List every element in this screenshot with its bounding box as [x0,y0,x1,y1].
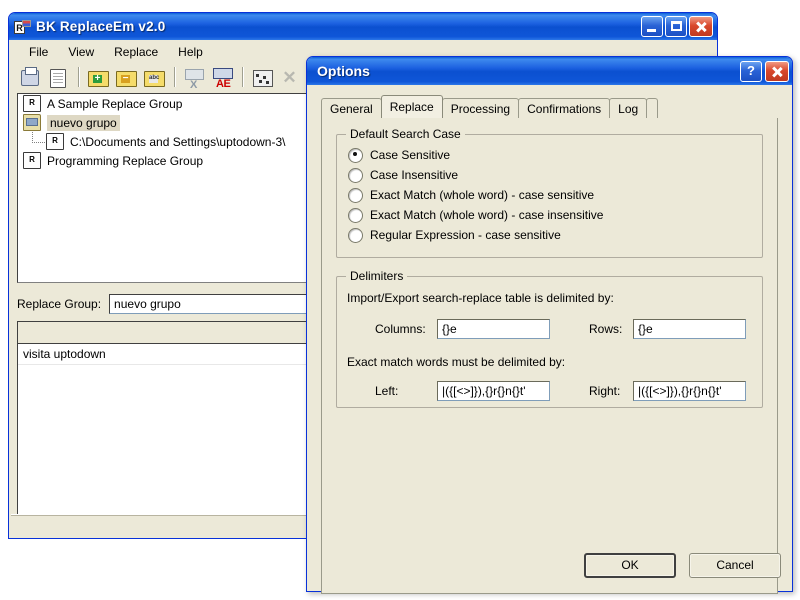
add-group-folder-icon: + [88,70,109,87]
import-export-description: Import/Export search-replace table is de… [347,291,614,305]
radio-regular-expression[interactable] [348,227,363,243]
columns-label: Columns: [375,322,426,336]
maximize-button[interactable] [665,16,687,37]
new-note-icon [50,68,66,88]
cell-original-text: visita uptodown [23,347,106,361]
rows-delimiter-input[interactable] [633,319,746,339]
left-label: Left: [375,384,399,398]
case-ae-button[interactable] [209,65,235,90]
radio-label: Case Sensitive [370,148,451,162]
clear-find-button[interactable] [181,65,207,91]
close-button[interactable] [689,16,713,37]
remove-group-button[interactable]: − [113,65,139,90]
radio-exact-match-insensitive[interactable] [348,207,363,223]
radio-row-exact-match-sensitive[interactable]: Exact Match (whole word) - case sensitiv… [337,185,762,205]
print-preview-button[interactable] [17,65,43,90]
menu-item-view[interactable]: View [58,43,104,61]
tree-item-label: nuevo grupo [47,114,120,131]
close-icon[interactable] [765,60,789,82]
radio-label: Regular Expression - case sensitive [370,228,561,242]
radio-exact-match-sensitive[interactable] [348,187,363,203]
delete-button[interactable]: ✕ [277,65,303,90]
main-window-controls [641,16,717,37]
tab-general[interactable]: General [321,98,382,118]
radio-label: Exact Match (whole word) - case insensit… [370,208,604,222]
minimize-button[interactable] [641,16,663,37]
main-window-titlebar[interactable]: R BK ReplaceEm v2.0 [9,13,717,40]
tree-connector [32,132,45,143]
app-icon: R [14,19,31,35]
tree-item-label: C:\Documents and Settings\uptodown-3\ [70,134,286,149]
ok-button[interactable]: OK [584,553,676,578]
grid-view-button[interactable] [249,65,275,90]
rows-label: Rows: [589,322,623,336]
tab-confirmations[interactable]: Confirmations [518,98,611,118]
tree-item-label: Programming Replace Group [47,153,204,168]
toolbar-separator [242,67,244,87]
rename-group-button[interactable]: abc [141,65,167,90]
remove-group-folder-icon: − [116,70,137,87]
tab-log[interactable]: Log [609,98,648,118]
radio-label: Exact Match (whole word) - case sensitiv… [370,188,595,202]
r-page-icon: R [23,95,41,112]
cancel-button[interactable]: Cancel [689,553,781,578]
tree-item-label: A Sample Replace Group [47,96,183,111]
right-field-row: Right: [589,381,746,401]
radio-row-case-insensitive[interactable]: Case Insensitive [337,165,762,185]
radio-row-exact-match-insensitive[interactable]: Exact Match (whole word) - case insensit… [337,205,762,225]
options-dialog-titlebar[interactable]: Options ? [307,57,792,85]
options-tabstrip: General Replace Processing Confirmations… [321,95,778,119]
options-dialog: Options ? General Replace Processing Con… [306,56,793,594]
help-button[interactable]: ? [740,60,762,82]
folder-icon [23,114,41,131]
case-ae-icon [213,67,233,90]
r-page-icon: R [46,133,64,150]
default-search-case-group: Default Search Case Case Sensitive Case … [336,127,763,258]
delete-x-icon: ✕ [282,67,297,87]
left-field-row: Left: [375,381,550,401]
main-window-title: BK ReplaceEm v2.0 [36,19,166,34]
radio-row-regular-expression[interactable]: Regular Expression - case sensitive [337,225,762,245]
options-dialog-footer: OK Cancel [307,543,792,591]
new-note-button[interactable] [45,65,71,90]
tab-processing[interactable]: Processing [441,98,520,118]
options-dialog-title: Options [317,63,370,79]
right-label: Right: [589,384,621,398]
exact-match-description: Exact match words must be delimited by: [347,355,566,369]
toolbar-separator [78,67,80,87]
replace-group-label: Replace Group: [17,297,102,311]
columns-delimiter-input[interactable] [437,319,550,339]
rows-field-row: Rows: [589,319,746,339]
menu-item-replace[interactable]: Replace [104,43,168,61]
delimiters-legend: Delimiters [346,269,408,283]
radio-case-insensitive[interactable] [348,167,363,183]
grid-view-icon [253,69,273,87]
r-page-icon: R [23,152,41,169]
add-group-button[interactable]: + [85,65,111,90]
print-preview-icon [21,66,39,86]
columns-field-row: Columns: [375,319,550,339]
left-delimiter-input[interactable] [437,381,550,401]
delimiters-group: Delimiters Import/Export search-replace … [336,269,763,408]
clear-find-icon [185,68,204,91]
radio-row-case-sensitive[interactable]: Case Sensitive [337,145,762,165]
tabstrip-filler [646,98,659,118]
menu-item-file[interactable]: File [19,43,58,61]
rename-group-folder-icon: abc [144,70,165,87]
tab-replace[interactable]: Replace [380,95,443,118]
radio-case-sensitive[interactable] [348,147,363,163]
right-delimiter-input[interactable] [633,381,746,401]
radio-label: Case Insensitive [370,168,459,182]
toolbar-separator [174,67,176,87]
default-search-case-legend: Default Search Case [346,127,465,141]
tabpage-replace: Default Search Case Case Sensitive Case … [321,118,778,594]
menu-item-help[interactable]: Help [168,43,213,61]
